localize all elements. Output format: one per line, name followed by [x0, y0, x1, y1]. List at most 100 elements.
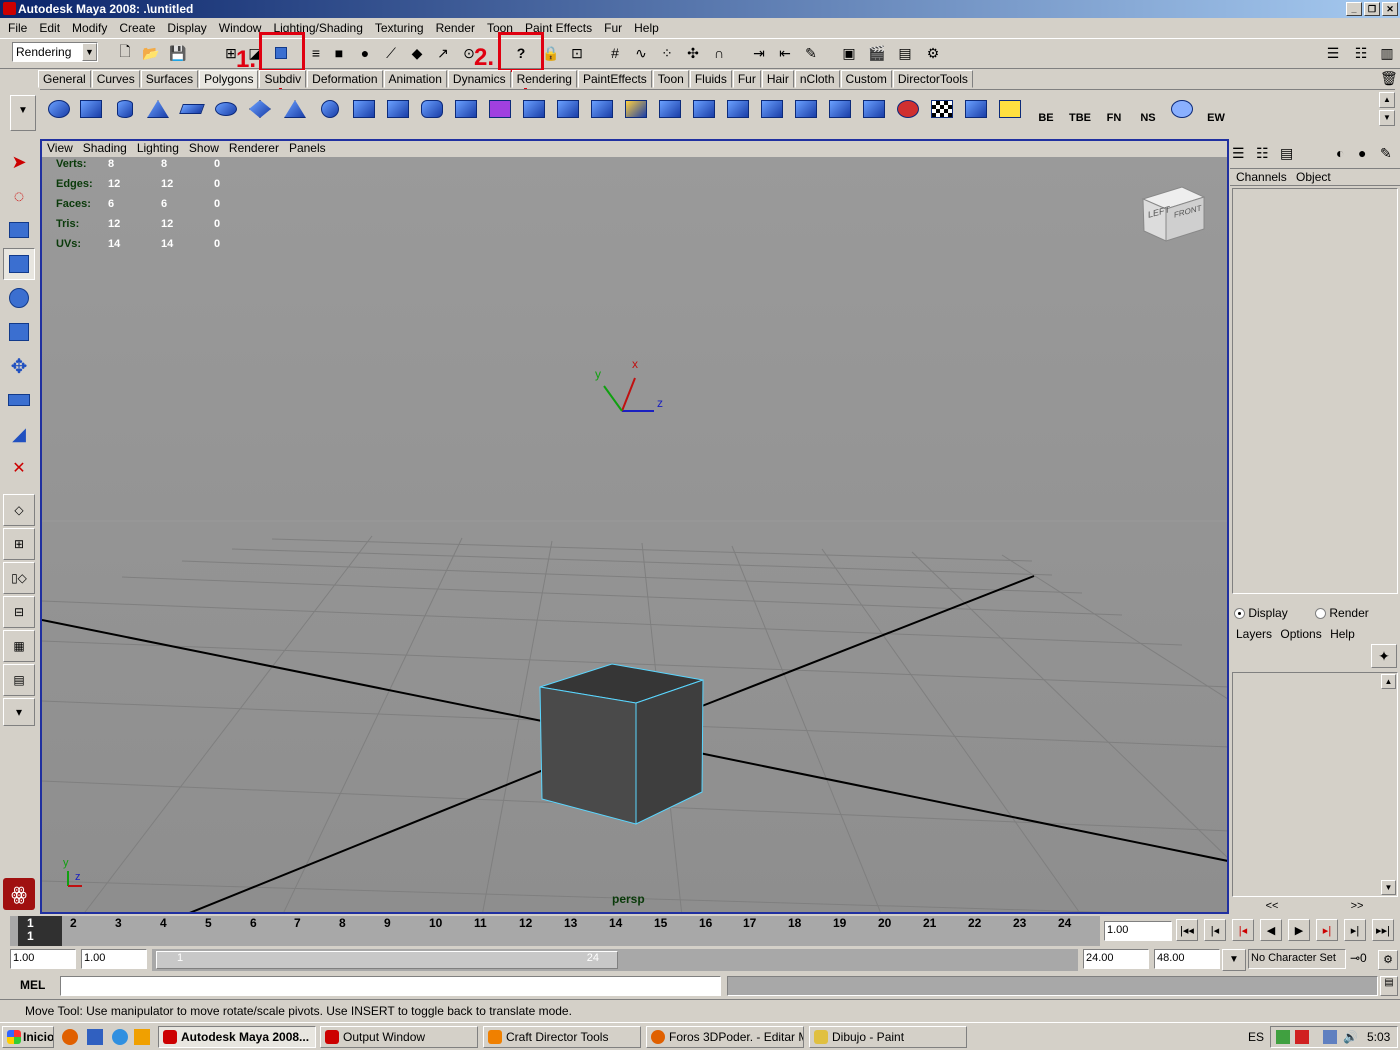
shelf-tab-surfaces[interactable]: Surfaces — [140, 70, 199, 88]
play-backwards-icon[interactable]: ◀ — [1260, 919, 1282, 941]
animation-end-field[interactable]: 48.00 — [1154, 949, 1220, 969]
show-manipulator-icon[interactable]: ◢ — [3, 418, 35, 450]
poly-cube-icon[interactable] — [76, 94, 106, 124]
poly-pipe-icon[interactable] — [315, 94, 345, 124]
auto-key-icon[interactable]: ⊸0 — [1350, 951, 1367, 965]
offset-edge-loop-icon[interactable] — [689, 94, 719, 124]
cb-sphere-icon[interactable]: ● — [1358, 145, 1366, 161]
layout-persp-graph-icon[interactable]: ⊟ — [3, 596, 35, 628]
poly-plane-icon[interactable] — [177, 94, 207, 124]
layout-outliner-persp-icon[interactable]: ▯◇ — [3, 562, 35, 594]
save-scene-icon[interactable]: 💾 — [167, 43, 189, 63]
display-radio-icon[interactable] — [1234, 608, 1245, 620]
rotate-tool-icon[interactable] — [3, 282, 35, 314]
command-line-input[interactable] — [60, 976, 721, 996]
shelf-be-button[interactable]: BE — [1031, 94, 1061, 124]
shelf-menu-button[interactable]: ▼ — [10, 95, 36, 131]
layer-scroll-up[interactable]: ▲ — [1381, 674, 1396, 689]
shelf-tab-directortools[interactable]: DirectorTools — [892, 70, 973, 88]
playback-end-field[interactable]: 24.00 — [1083, 949, 1149, 969]
new-layer-icon[interactable]: ✦ — [1371, 644, 1397, 668]
shelf-tab-custom[interactable]: Custom — [840, 70, 892, 88]
quadrangulate-icon[interactable] — [825, 94, 855, 124]
poly-cone-icon[interactable] — [143, 94, 173, 124]
layout-hypershade-icon[interactable]: ▦ — [3, 630, 35, 662]
menu-set-dropdown[interactable]: Rendering ▼ — [12, 42, 98, 62]
time-slider[interactable]: 1 1 2 3 4 5 6 7 8 9 10 11 12 13 14 15 16… — [10, 916, 1100, 946]
menu-texturing[interactable]: Texturing — [369, 21, 430, 35]
current-time-field[interactable]: 1.00 — [1104, 921, 1172, 941]
taskbar-task-maya[interactable]: Autodesk Maya 2008... — [158, 1026, 316, 1048]
range-slider-handle[interactable]: 1 24 — [156, 951, 618, 969]
universal-manipulator-icon[interactable]: ✥ — [3, 350, 35, 382]
menu-fur[interactable]: Fur — [598, 21, 628, 35]
magnet-icon[interactable]: ∩ — [708, 43, 730, 63]
render-radio-label[interactable]: Render — [1329, 606, 1368, 620]
maya-logo-icon[interactable]: ꙮ — [3, 878, 35, 910]
shelf-fn-button[interactable]: FN — [1099, 94, 1129, 124]
ie-quicklaunch-icon[interactable] — [112, 1029, 128, 1045]
construction-history-icon[interactable]: ✎ — [800, 43, 822, 63]
layer-list[interactable]: ▲ ▼ — [1232, 672, 1398, 897]
help-menu[interactable]: Help — [1330, 627, 1355, 641]
viewport-menu-view[interactable]: View — [42, 141, 78, 157]
options-menu[interactable]: Options — [1280, 627, 1321, 641]
language-indicator[interactable]: ES — [1248, 1030, 1264, 1044]
mirror-geometry-icon[interactable] — [451, 94, 481, 124]
poly-cylinder-icon[interactable] — [110, 94, 140, 124]
trash-icon[interactable]: 🗑 — [1380, 70, 1398, 87]
step-forward-frame-icon[interactable]: ▸| — [1316, 919, 1338, 941]
menu-edit[interactable]: Edit — [33, 21, 66, 35]
play-forwards-icon[interactable]: ▶ — [1288, 919, 1310, 941]
bevel-icon[interactable] — [485, 94, 515, 124]
layout-persp-outliner-icon[interactable]: ▤ — [3, 664, 35, 696]
range-slider[interactable]: 1 24 — [152, 949, 1078, 971]
uv-layout-icon[interactable] — [995, 94, 1025, 124]
close-button[interactable]: ✕ — [1382, 2, 1398, 16]
menu-modify[interactable]: Modify — [66, 21, 113, 35]
shelf-tab-fur[interactable]: Fur — [732, 70, 761, 88]
tray-antivirus-icon[interactable] — [1295, 1030, 1309, 1044]
tray-volume-icon[interactable]: 🔊 — [1343, 1030, 1358, 1044]
select-faces-icon[interactable]: ◆ — [406, 43, 428, 63]
bridge-icon[interactable] — [553, 94, 583, 124]
shelf-scroll-up[interactable]: ▲ — [1379, 92, 1395, 108]
taskbar-task-output-window[interactable]: Output Window — [320, 1026, 478, 1048]
insert-edge-loop-icon[interactable] — [655, 94, 685, 124]
merge-vertices-icon[interactable] — [723, 94, 753, 124]
layout-single-pane-icon[interactable]: ◇ — [3, 494, 35, 526]
checker-uv-icon[interactable] — [927, 94, 957, 124]
viewport-menu-lighting[interactable]: Lighting — [132, 141, 184, 157]
viewport-menu-shading[interactable]: Shading — [78, 141, 132, 157]
cb-pencil-icon[interactable]: ✎ — [1380, 145, 1392, 162]
append-polygon-icon[interactable] — [587, 94, 617, 124]
channels-menu[interactable]: Channels — [1236, 170, 1287, 184]
go-to-end-icon[interactable]: ▸▸| — [1372, 919, 1394, 941]
sculpt-geometry-icon[interactable] — [893, 94, 923, 124]
delete-edge-icon[interactable] — [757, 94, 787, 124]
shelf-tab-general[interactable]: General — [38, 70, 91, 88]
tray-network-icon[interactable] — [1323, 1030, 1337, 1044]
menu-create[interactable]: Create — [113, 21, 161, 35]
shelf-tab-fluids[interactable]: Fluids — [689, 70, 732, 88]
cb-layout-icon-3[interactable]: ▤ — [1280, 145, 1293, 162]
display-radio-label[interactable]: Display — [1248, 606, 1287, 620]
shelf-ew-button[interactable]: EW — [1201, 94, 1231, 124]
step-back-frame-icon[interactable]: |◂ — [1232, 919, 1254, 941]
poly-prism-icon[interactable] — [245, 94, 275, 124]
shelf-tab-painteffects[interactable]: PaintEffects — [577, 70, 652, 88]
tray-app-icon[interactable] — [1276, 1030, 1290, 1044]
poly-pyramid-icon[interactable] — [280, 94, 310, 124]
start-button[interactable]: Inicio — [2, 1026, 54, 1048]
snap-grid-icon[interactable]: # — [604, 43, 626, 63]
attribute-editor-toggle-icon[interactable]: ☰ — [1322, 43, 1344, 63]
taskbar-task-craft-director[interactable]: Craft Director Tools — [483, 1026, 641, 1048]
current-time-marker[interactable] — [18, 916, 62, 946]
channel-box-toggle-icon[interactable]: ▥ — [1376, 43, 1398, 63]
script-editor-icon[interactable]: ▤ — [1380, 976, 1398, 996]
taskbar-task-paint[interactable]: Dibujo - Paint — [809, 1026, 967, 1048]
shelf-ns-button[interactable]: NS — [1133, 94, 1163, 124]
tool-settings-toggle-icon[interactable]: ☷ — [1350, 43, 1372, 63]
cb-shading-icon[interactable]: ◐ — [1336, 145, 1344, 161]
character-set-dropdown-arrow[interactable]: ▼ — [1222, 949, 1246, 971]
